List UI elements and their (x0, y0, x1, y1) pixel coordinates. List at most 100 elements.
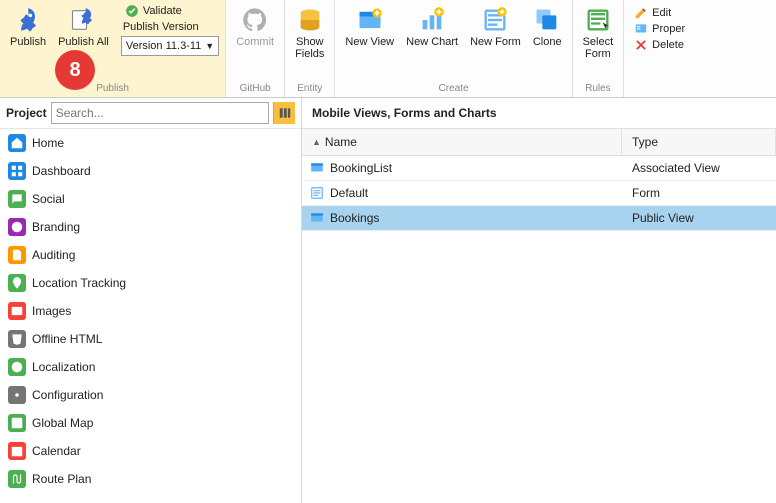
form-icon (310, 186, 324, 200)
content-title: Mobile Views, Forms and Charts (302, 98, 776, 129)
sidebar-item-home[interactable]: Home (0, 129, 301, 157)
sidebar-item-label: Localization (32, 360, 95, 374)
sidebar-item-label: Calendar (32, 444, 81, 458)
form-icon (481, 6, 509, 34)
sidebar-item-global-map[interactable]: 31 Global Map (0, 409, 301, 437)
sidebar-item-location-tracking[interactable]: Location Tracking (0, 269, 301, 297)
ribbon-group-edit: Edit Proper Delete (624, 0, 695, 97)
search-go-button[interactable] (273, 102, 295, 124)
sidebar-header: Project (0, 98, 301, 129)
row-name: Default (330, 186, 368, 200)
route-icon (8, 470, 26, 488)
sidebar-item-label: Dashboard (32, 164, 91, 178)
sidebar-item-offline-html[interactable]: Offline HTML (0, 325, 301, 353)
row-type: Public View (622, 206, 776, 230)
new-view-label: New View (345, 36, 394, 48)
cfg-icon (8, 386, 26, 404)
sidebar-item-label: Home (32, 136, 64, 150)
social-icon (8, 190, 26, 208)
grid-row[interactable]: Bookings Public View (302, 206, 776, 231)
properties-label: Proper (652, 23, 685, 35)
sidebar-item-label: Configuration (32, 388, 103, 402)
sidebar-tree[interactable]: Home Dashboard SocialBrandingAuditingLocat… (0, 129, 301, 503)
sidebar-item-calendar[interactable]: Calendar (0, 437, 301, 465)
new-form-label: New Form (470, 36, 521, 48)
group-caption-create: Create (341, 81, 565, 97)
commit-button[interactable]: Commit (232, 4, 278, 50)
group-caption-rules: Rules (579, 81, 618, 97)
search-wrap (51, 102, 269, 124)
github-icon (241, 6, 269, 34)
validate-label: Validate (143, 5, 182, 17)
edit-button[interactable]: Edit (630, 6, 689, 20)
ribbon-group-publish: Publish Publish All Validate Publish Ver… (0, 0, 226, 97)
grid-row[interactable]: BookingListAssociated View (302, 156, 776, 181)
ribbon-group-entity: Show Fields Entity (285, 0, 335, 97)
publish-all-button[interactable]: Publish All (54, 4, 113, 50)
grid-row[interactable]: Default Form (302, 181, 776, 206)
clone-button[interactable]: Clone (529, 4, 566, 50)
audit-icon (8, 246, 26, 264)
validate-button[interactable]: Validate (121, 4, 219, 18)
sidebar-item-route-plan[interactable]: Route Plan (0, 465, 301, 493)
sidebar-item-branding[interactable]: Branding (0, 213, 301, 241)
ribbon: Publish Publish All Validate Publish Ver… (0, 0, 776, 98)
grid-body: BookingListAssociated ViewDefaultFormBoo… (302, 156, 776, 231)
new-chart-label: New Chart (406, 36, 458, 48)
new-chart-button[interactable]: New Chart (402, 4, 462, 50)
show-fields-button[interactable]: Show Fields (291, 4, 328, 62)
sidebar-item-images[interactable]: Images (0, 297, 301, 325)
sidebar-item-localization[interactable]: Localization (0, 353, 301, 381)
properties-icon (634, 22, 648, 36)
clone-label: Clone (533, 36, 562, 48)
grid-header: ▲ Name Type (302, 129, 776, 156)
new-form-button[interactable]: New Form (466, 4, 525, 50)
sidebar-item-configuration[interactable]: Configuration (0, 381, 301, 409)
content: Mobile Views, Forms and Charts ▲ Name Ty… (302, 98, 776, 503)
properties-button[interactable]: Proper (630, 22, 689, 36)
version-dropdown[interactable]: Version 11.3-11 ▼ (121, 36, 219, 56)
view-icon (310, 161, 324, 175)
sidebar-item-social[interactable]: Social (0, 185, 301, 213)
ribbon-group-rules: Select Form Rules (573, 0, 625, 97)
ribbon-group-github: Commit GitHub (226, 0, 285, 97)
select-form-icon (584, 6, 612, 34)
group-caption-entity: Entity (291, 81, 328, 97)
group-caption-publish: Publish (6, 81, 219, 97)
search-input[interactable] (52, 106, 268, 120)
sidebar-item-label: Global Map (32, 416, 93, 430)
sidebar-item-label: Route Plan (32, 472, 91, 486)
view-icon (356, 6, 384, 34)
row-type: Associated View (622, 156, 776, 180)
publish-label: Publish (10, 36, 46, 48)
row-type: Form (622, 181, 776, 205)
publish-button[interactable]: Publish (6, 4, 50, 50)
loc2-icon (8, 358, 26, 376)
chevron-down-icon: ▼ (205, 41, 214, 51)
new-view-button[interactable]: New View (341, 4, 398, 50)
delete-button[interactable]: Delete (630, 38, 689, 52)
sidebar: Project Home Dashboard SocialBrandingAudit… (0, 98, 302, 503)
publish-version-label: Publish Version (121, 21, 219, 33)
dash-icon (8, 162, 26, 180)
cal-icon (8, 442, 26, 460)
map-icon: 31 (8, 414, 26, 432)
clone-icon (533, 6, 561, 34)
column-type[interactable]: Type (622, 129, 776, 155)
publish-all-label: Publish All (58, 36, 109, 48)
img-icon (8, 302, 26, 320)
select-form-button[interactable]: Select Form (579, 4, 618, 62)
html-icon (8, 330, 26, 348)
chart-icon (418, 6, 446, 34)
row-name: Bookings (330, 211, 379, 225)
view-icon (310, 211, 324, 225)
group-caption-github: GitHub (232, 81, 278, 97)
pencil-icon (634, 6, 648, 20)
sidebar-item-auditing[interactable]: Auditing (0, 241, 301, 269)
version-value: Version 11.3-11 (126, 40, 201, 52)
sort-asc-icon: ▲ (312, 137, 321, 147)
sidebar-item-dashboard[interactable]: Dashboard (0, 157, 301, 185)
column-name[interactable]: ▲ Name (302, 129, 622, 155)
delete-icon (634, 38, 648, 52)
show-fields-label: Show Fields (295, 36, 324, 60)
